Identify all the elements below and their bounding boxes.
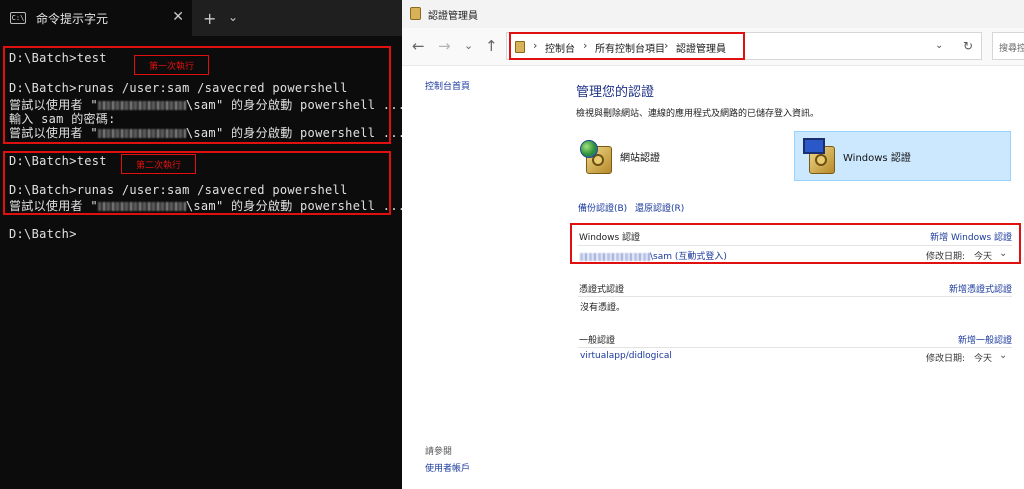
windows-credentials-label: Windows 認證 — [843, 152, 911, 164]
back-button[interactable]: ← — [412, 37, 425, 55]
no-certificates-text: 沒有憑證。 — [580, 303, 626, 313]
credential-manager-window: 認證管理員 ← → ⌄ ↑ › 控制台 › 所有控制台項目 › 認證管理員 ⌄ … — [402, 0, 1024, 489]
forward-button[interactable]: → — [438, 37, 451, 55]
terminal-prompt: D:\Batch> — [9, 227, 77, 241]
generic-credential-item[interactable]: virtualapp/didlogical — [580, 351, 672, 361]
chevron-down-icon[interactable]: ⌄ — [228, 10, 238, 24]
window-title: 認證管理員 — [428, 11, 478, 22]
terminal-tab-title: 命令提示字元 — [36, 11, 109, 26]
terminal-tab-bar: C:\ 命令提示字元 ✕ + ⌄ — [0, 0, 402, 36]
add-certificate-credential-link[interactable]: 新增憑證式認證 — [949, 282, 1012, 295]
refresh-icon[interactable]: ↻ — [963, 39, 973, 53]
annotation-label-first-run: 第一次執行 — [134, 55, 209, 75]
close-icon[interactable]: ✕ — [172, 10, 184, 24]
up-button[interactable]: ↑ — [485, 37, 498, 55]
see-also-label: 請參閱 — [425, 447, 453, 457]
add-generic-credential-link[interactable]: 新增一般認證 — [958, 333, 1012, 346]
terminal-tab[interactable]: C:\ 命令提示字元 ✕ — [0, 0, 192, 36]
chevron-down-icon[interactable]: ⌄ — [999, 350, 1007, 361]
windows-credentials-icon — [803, 138, 837, 174]
web-credentials-label: 網站認證 — [620, 152, 660, 164]
page-description: 檢視與刪除網站、連線的應用程式及網路的已儲存登入資訊。 — [576, 109, 820, 119]
windows-credentials-tile[interactable]: Windows 認證 — [794, 131, 1011, 181]
annotation-box-second-run — [3, 151, 391, 215]
annotation-box-windows-credentials — [570, 223, 1021, 264]
modified-date-label: 修改日期: — [926, 354, 966, 364]
generic-credentials-section-title: 一般認證 — [579, 336, 616, 346]
recent-locations-dropdown[interactable]: ⌄ — [464, 39, 473, 52]
annotation-box-address — [509, 32, 745, 60]
user-accounts-link[interactable]: 使用者帳戶 — [425, 461, 470, 474]
section-divider — [578, 296, 1012, 297]
terminal-window: C:\ 命令提示字元 ✕ + ⌄ D:\Batch>test D:\Batch>… — [0, 0, 402, 489]
control-panel-home-link[interactable]: 控制台首頁 — [425, 79, 470, 92]
new-tab-button[interactable]: + — [203, 9, 216, 28]
section-divider — [578, 347, 1012, 348]
search-input[interactable]: 搜尋控 — [992, 32, 1024, 60]
web-credentials-icon — [580, 138, 614, 174]
page-title: 管理您的認證 — [576, 85, 655, 100]
title-bar: 認證管理員 — [402, 0, 1024, 28]
chevron-down-icon[interactable]: ⌄ — [935, 40, 943, 51]
backup-credentials-link[interactable]: 備份認證(B) — [578, 201, 627, 214]
credential-manager-icon — [410, 7, 421, 20]
certificate-credentials-section-title: 憑證式認證 — [579, 285, 625, 295]
restore-credentials-link[interactable]: 還原認證(R) — [635, 201, 684, 214]
annotation-label-second-run: 第二次執行 — [121, 154, 196, 174]
web-credentials-tile[interactable]: 網站認證 — [580, 131, 790, 181]
modified-date: 今天 — [974, 354, 993, 364]
cmd-icon: C:\ — [10, 12, 26, 24]
